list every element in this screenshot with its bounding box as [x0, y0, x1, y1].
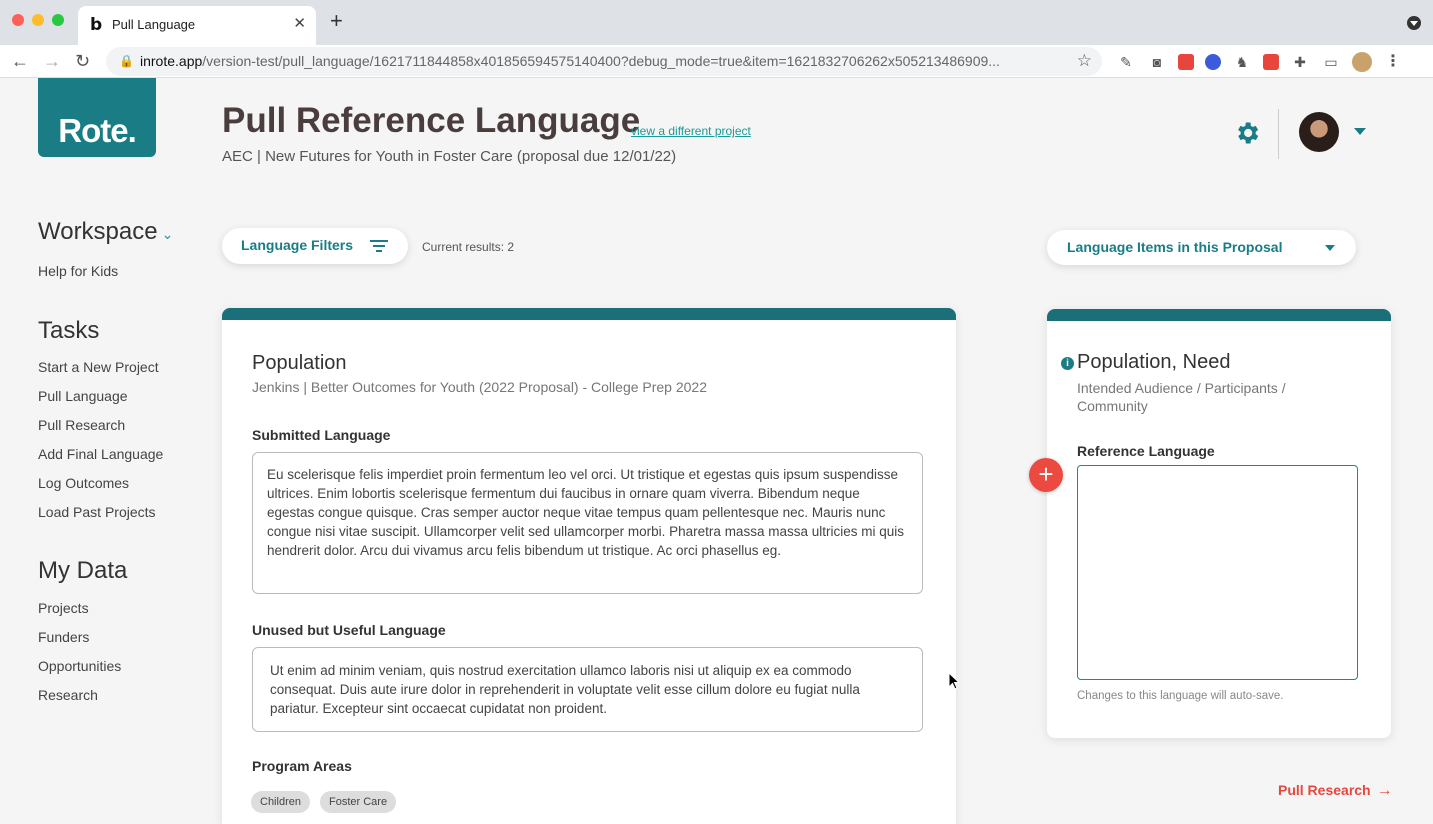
sidebar-item-pull-research[interactable]: Pull Research: [38, 417, 125, 433]
profile-avatar-icon[interactable]: [1352, 52, 1372, 72]
unused-language-label: Unused but Useful Language: [252, 622, 446, 638]
filter-icon: [370, 240, 388, 252]
language-filters-button[interactable]: Language Filters: [222, 228, 408, 264]
project-subtitle: AEC | New Futures for Youth in Foster Ca…: [222, 148, 677, 165]
bubble-favicon-icon: b: [90, 15, 103, 35]
tasks-heading: Tasks: [38, 317, 100, 344]
card-subtitle: Jenkins | Better Outcomes for Youth (202…: [252, 379, 708, 395]
gear-icon[interactable]: [1233, 119, 1261, 147]
program-area-tag: Foster Care: [320, 791, 397, 813]
browser-tab[interactable]: b Pull Language ✕: [78, 6, 316, 45]
page-title: Pull Reference Language: [222, 101, 641, 140]
language-card: Population Jenkins | Better Outcomes for…: [222, 308, 956, 824]
language-items-label: Language Items in this Proposal: [1067, 239, 1283, 255]
tab-search-icon[interactable]: [1407, 16, 1421, 30]
arrow-right-icon: →: [1376, 782, 1393, 799]
current-results-count: Current results: 2: [422, 240, 515, 254]
reference-language-input[interactable]: [1077, 465, 1358, 680]
submitted-language-text[interactable]: Eu scelerisque felis imperdiet proin fer…: [252, 452, 923, 594]
browser-toolbar: ← → ↻ 🔒 inrote.app/version-test/pull_lan…: [0, 45, 1433, 78]
population-need-card: i Population, Need Intended Audience / P…: [1047, 309, 1391, 738]
pocket-extension-icon[interactable]: [1178, 54, 1194, 70]
circle-extension-icon[interactable]: [1205, 54, 1221, 70]
browser-tab-bar: b Pull Language ✕ +: [0, 0, 1433, 45]
unused-language-text[interactable]: Ut enim ad minim veniam, quis nostrud ex…: [252, 647, 923, 732]
autosave-note: Changes to this language will auto-save.: [1077, 690, 1284, 702]
mouse-cursor-icon: [948, 672, 960, 690]
sidebar-item-funders[interactable]: Funders: [38, 629, 89, 645]
card-title: Population: [252, 352, 347, 374]
program-areas-label: Program Areas: [252, 758, 352, 774]
close-window-button[interactable]: [12, 14, 24, 26]
bookmark-star-icon[interactable]: ☆: [1077, 51, 1092, 71]
address-bar[interactable]: 🔒 inrote.app/version-test/pull_language/…: [106, 47, 1102, 76]
side-card-subtitle-line1: Intended Audience / Participants /: [1077, 380, 1286, 396]
user-avatar[interactable]: [1299, 112, 1339, 152]
tab-title: Pull Language: [112, 17, 196, 32]
sidebar-item-opportunities[interactable]: Opportunities: [38, 658, 121, 674]
sidebar-item-projects[interactable]: Projects: [38, 600, 89, 616]
sidebar-item-research[interactable]: Research: [38, 687, 98, 703]
pull-research-link[interactable]: Pull Research →: [1278, 782, 1393, 800]
minimize-window-button[interactable]: [32, 14, 44, 26]
view-different-project-link[interactable]: view a different project: [631, 124, 751, 138]
kebab-menu-icon[interactable]: ⋮: [1383, 53, 1403, 71]
forward-arrow-icon[interactable]: →: [43, 50, 61, 72]
sidebar-item-log-outcomes[interactable]: Log Outcomes: [38, 475, 129, 491]
my-data-heading: My Data: [38, 557, 128, 584]
workspace-dropdown[interactable]: Workspace ⌄: [38, 218, 173, 246]
submitted-language-label: Submitted Language: [252, 427, 391, 443]
language-filters-label: Language Filters: [241, 237, 354, 253]
reload-icon[interactable]: ↻: [75, 50, 90, 72]
puzzle-extensions-icon[interactable]: ✚: [1290, 53, 1310, 71]
ghost-extension-icon[interactable]: ♞: [1232, 53, 1252, 71]
chevron-down-icon[interactable]: [1354, 128, 1366, 135]
sidebar-item-start-new-project[interactable]: Start a New Project: [38, 359, 159, 375]
back-arrow-icon[interactable]: ←: [11, 50, 29, 72]
chevron-down-icon: ⌄: [161, 226, 174, 242]
info-icon[interactable]: i: [1061, 357, 1074, 370]
add-language-button[interactable]: +: [1029, 458, 1063, 492]
maximize-window-button[interactable]: [52, 14, 64, 26]
language-items-dropdown[interactable]: Language Items in this Proposal: [1047, 230, 1356, 265]
eyedropper-extension-icon[interactable]: ✎: [1116, 53, 1136, 71]
rote-logo[interactable]: Rote.: [38, 78, 156, 157]
new-tab-icon[interactable]: +: [330, 10, 343, 32]
close-tab-icon[interactable]: ✕: [293, 14, 306, 32]
sidebar-item-load-past-projects[interactable]: Load Past Projects: [38, 504, 156, 520]
program-area-tag: Children: [251, 791, 310, 813]
url-text[interactable]: inrote.app/version-test/pull_language/16…: [140, 53, 1060, 69]
header-divider: [1278, 109, 1279, 159]
side-card-subtitle-line2: Community: [1077, 398, 1148, 414]
lock-icon[interactable]: 🔒: [119, 54, 134, 68]
chevron-down-icon: [1325, 245, 1335, 251]
sidebar-item-add-final-language[interactable]: Add Final Language: [38, 446, 163, 462]
extensions-area: ✎ ◙ ♞ ✚ ▭ ⋮: [1116, 51, 1403, 73]
sidebar-item-pull-language[interactable]: Pull Language: [38, 388, 128, 404]
reference-language-label: Reference Language: [1077, 443, 1215, 459]
side-card-title: Population, Need: [1077, 351, 1231, 373]
chart-extension-icon[interactable]: [1263, 54, 1279, 70]
camera-extension-icon[interactable]: ◙: [1147, 53, 1167, 71]
sidebar-item-help-for-kids[interactable]: Help for Kids: [38, 263, 118, 279]
cast-icon[interactable]: ▭: [1321, 53, 1341, 71]
